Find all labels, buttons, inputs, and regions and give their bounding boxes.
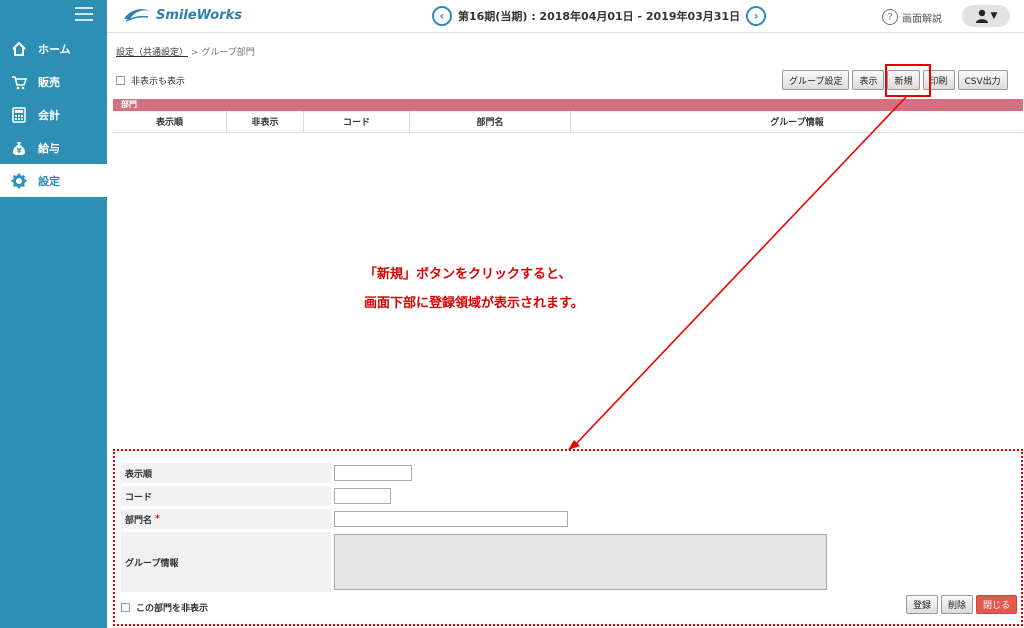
sidebar-item-settings[interactable]: 設定 — [0, 164, 107, 197]
show-hidden-filter: 非表示も表示 — [116, 74, 185, 87]
sidebar-item-label: ホーム — [38, 42, 71, 56]
show-hidden-checkbox[interactable] — [116, 76, 125, 85]
help-link[interactable]: ? 画面解説 — [882, 9, 942, 25]
column-header-group-info[interactable]: グループ情報 — [571, 111, 1023, 132]
sidebar-item-label: 給与 — [38, 141, 60, 155]
chevron-left-icon: ‹ — [439, 9, 445, 23]
sidebar-item-label: 設定 — [38, 174, 60, 188]
grid-title: 部門 — [113, 99, 1023, 111]
breadcrumb-link-settings[interactable]: 設定（共通設定） — [116, 48, 188, 58]
prev-period-button[interactable]: ‹ — [432, 6, 452, 26]
column-header-code[interactable]: コード — [304, 111, 410, 132]
help-label: 画面解説 — [902, 13, 942, 25]
svg-text:¥: ¥ — [17, 147, 22, 155]
gear-icon — [10, 172, 28, 190]
display-button[interactable]: 表示 — [852, 70, 885, 90]
column-header-hidden[interactable]: 非表示 — [227, 111, 304, 132]
required-mark: * — [155, 514, 160, 524]
caret-down-icon: ▼ — [990, 11, 998, 21]
show-hidden-label: 非表示も表示 — [131, 77, 186, 87]
calculator-icon — [10, 106, 28, 124]
annotation-text: 「新規」ボタンをクリックすると、 画面下部に登録領域が表示されます。 — [364, 260, 584, 318]
sidebar-item-home[interactable]: ホーム — [0, 32, 107, 65]
form-label-name: 部門名 * — [121, 509, 331, 529]
breadcrumb: 設定（共通設定） > グループ部門 — [116, 45, 255, 58]
sidebar: ホーム 販売 会計 ¥ 給与 設定 — [0, 0, 107, 628]
cart-icon — [10, 73, 28, 91]
csv-export-button[interactable]: CSV出力 — [957, 70, 1008, 90]
hide-department-option: この部門を非表示 — [121, 601, 208, 614]
form-label-code: コード — [121, 486, 331, 506]
chevron-right-icon: › — [753, 9, 759, 23]
menu-icon[interactable] — [75, 7, 93, 21]
sidebar-item-accounting[interactable]: 会計 — [0, 98, 107, 131]
hide-department-checkbox[interactable] — [121, 603, 130, 612]
money-bag-icon: ¥ — [10, 139, 28, 157]
order-input[interactable] — [334, 465, 412, 481]
sidebar-item-label: 販売 — [38, 75, 60, 89]
user-menu-button[interactable]: ▼ — [962, 5, 1010, 27]
user-icon — [975, 9, 988, 23]
breadcrumb-current: グループ部門 — [201, 48, 255, 58]
sidebar-item-label: 会計 — [38, 108, 60, 122]
close-button[interactable]: 閉じる — [975, 595, 1017, 614]
annotation-line-2: 画面下部に登録領域が表示されます。 — [364, 296, 584, 311]
sidebar-item-sales[interactable]: 販売 — [0, 65, 107, 98]
annotation-line-1: 「新規」ボタンをクリックすると、 — [364, 267, 572, 282]
form-label-group-info: グループ情報 — [121, 532, 331, 592]
group-setting-button[interactable]: グループ設定 — [782, 70, 850, 90]
form-buttons: 登録 削除 閉じる — [903, 595, 1017, 614]
sidebar-top — [0, 0, 107, 32]
code-input[interactable] — [334, 488, 391, 504]
sidebar-item-payroll[interactable]: ¥ 給与 — [0, 131, 107, 164]
column-header-name[interactable]: 部門名 — [410, 111, 571, 132]
question-icon: ? — [882, 9, 898, 25]
logo-swoosh-icon — [124, 9, 150, 22]
logo[interactable]: SmileWorks — [122, 7, 242, 23]
grid-header-row: 表示順 非表示 コード 部門名 グループ情報 — [113, 111, 1023, 133]
logo-text: SmileWorks — [156, 7, 242, 23]
header: SmileWorks ‹ 第16期(当期) : 2018年04月01日 - 20… — [107, 0, 1024, 33]
delete-button[interactable]: 削除 — [940, 595, 973, 614]
breadcrumb-separator: > — [190, 48, 199, 58]
next-period-button[interactable]: › — [746, 6, 767, 26]
home-icon — [10, 40, 28, 58]
register-button[interactable]: 登録 — [905, 595, 938, 614]
hide-department-label: この部門を非表示 — [136, 604, 209, 614]
new-button-highlight — [885, 64, 931, 97]
registration-area: 表示順 コード 部門名 * グループ情報 この部門を非表示 登録 削除 閉じる — [113, 449, 1023, 626]
period-selector: ‹ 第16期(当期) : 2018年04月01日 - 2019年03月31日 › — [432, 6, 767, 26]
form-label-order: 表示順 — [121, 463, 331, 483]
group-info-textarea[interactable] — [334, 534, 827, 590]
department-name-input[interactable] — [334, 511, 568, 527]
period-label: 第16期(当期) : 2018年04月01日 - 2019年03月31日 — [458, 10, 741, 23]
column-header-order[interactable]: 表示順 — [113, 111, 227, 132]
